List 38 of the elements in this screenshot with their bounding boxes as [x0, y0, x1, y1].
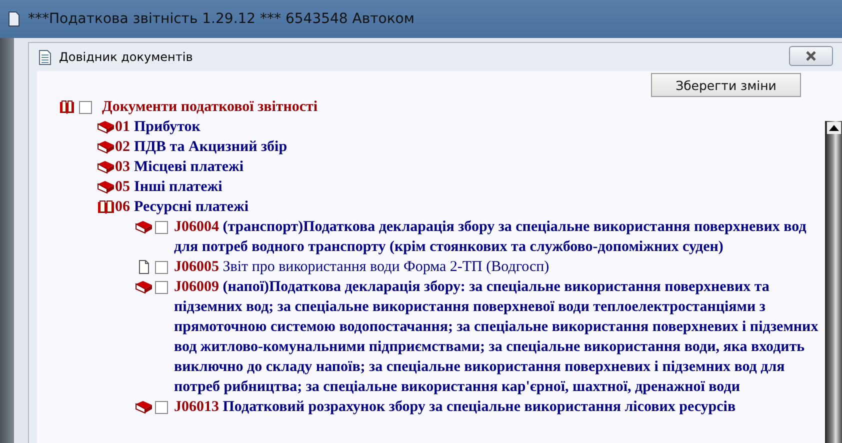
- checkbox[interactable]: [79, 100, 92, 114]
- group-code[interactable]: 02: [115, 137, 130, 157]
- document-entry[interactable]: J06004 (транспорт)Податкова декларація збору за спеціальне використання поверхневих вод для потреб водного транспорту (крім стоянкових та службово-допоміжних суден): [174, 217, 819, 257]
- book-icon[interactable]: [97, 159, 115, 175]
- book-icon[interactable]: [97, 119, 115, 135]
- book-icon: [135, 219, 153, 235]
- group-code[interactable]: 06: [115, 197, 130, 217]
- close-icon: [805, 51, 817, 61]
- checkbox[interactable]: [155, 221, 168, 234]
- scroll-up-icon[interactable]: [827, 122, 841, 134]
- group-label[interactable]: Ресурсні платежі: [134, 197, 249, 217]
- document-icon: [39, 50, 51, 64]
- open-book-icon[interactable]: [59, 99, 75, 115]
- group-label[interactable]: Інші платежі: [134, 177, 222, 197]
- group-label[interactable]: ПДВ та Акцизний збір: [134, 137, 288, 157]
- scrollbar[interactable]: [825, 121, 842, 443]
- checkbox[interactable]: [155, 281, 168, 294]
- open-book-icon[interactable]: [97, 199, 115, 215]
- dialog-title: Довідник документів: [59, 50, 193, 64]
- group-code[interactable]: 05: [115, 177, 130, 197]
- group-label[interactable]: Прибуток: [134, 117, 200, 137]
- document-entry[interactable]: J06013 Податковий розрахунок збору за спеціальне використання лісових ресурсів: [174, 397, 819, 417]
- group-label[interactable]: Місцеві платежі: [134, 157, 244, 177]
- window-title: ***Податкова звітність 1.29.12 *** 6543548 Автоком: [28, 11, 414, 27]
- checkbox[interactable]: [155, 401, 168, 414]
- document-entry[interactable]: J06005 Звіт про використання води Форма 2-ТП (Водгосп): [174, 257, 819, 277]
- checkbox[interactable]: [155, 261, 168, 274]
- book-icon[interactable]: [97, 179, 115, 195]
- book-icon[interactable]: [97, 139, 115, 155]
- document-entry[interactable]: J06009 (напої)Податкова декларація збору: за спеціальне використання поверхневих та підземних вод; за спеціальне використання поверхневої води теплоелектростанціями з прямоточною системою водопостачання; за спеціальне використання поверхневих і підземних вод житлово-комунальними підприємствами; за спеціальне використання води, яка входить виключно до складу напоїв; за спеціальне використання поверхневих і підземних вод для потреб рибництва; за спеціальне використання кар'єрної, шахтної, дренажної води: [174, 277, 819, 397]
- save-button[interactable]: Зберегти зміни: [651, 73, 801, 97]
- group-code[interactable]: 01: [115, 117, 130, 137]
- group-code[interactable]: 03: [115, 157, 130, 177]
- app-icon: [8, 11, 20, 27]
- close-button[interactable]: [789, 46, 833, 66]
- book-icon: [135, 279, 153, 295]
- book-icon: [135, 399, 153, 415]
- tree-root-label[interactable]: Документи податкової звітності: [102, 97, 318, 117]
